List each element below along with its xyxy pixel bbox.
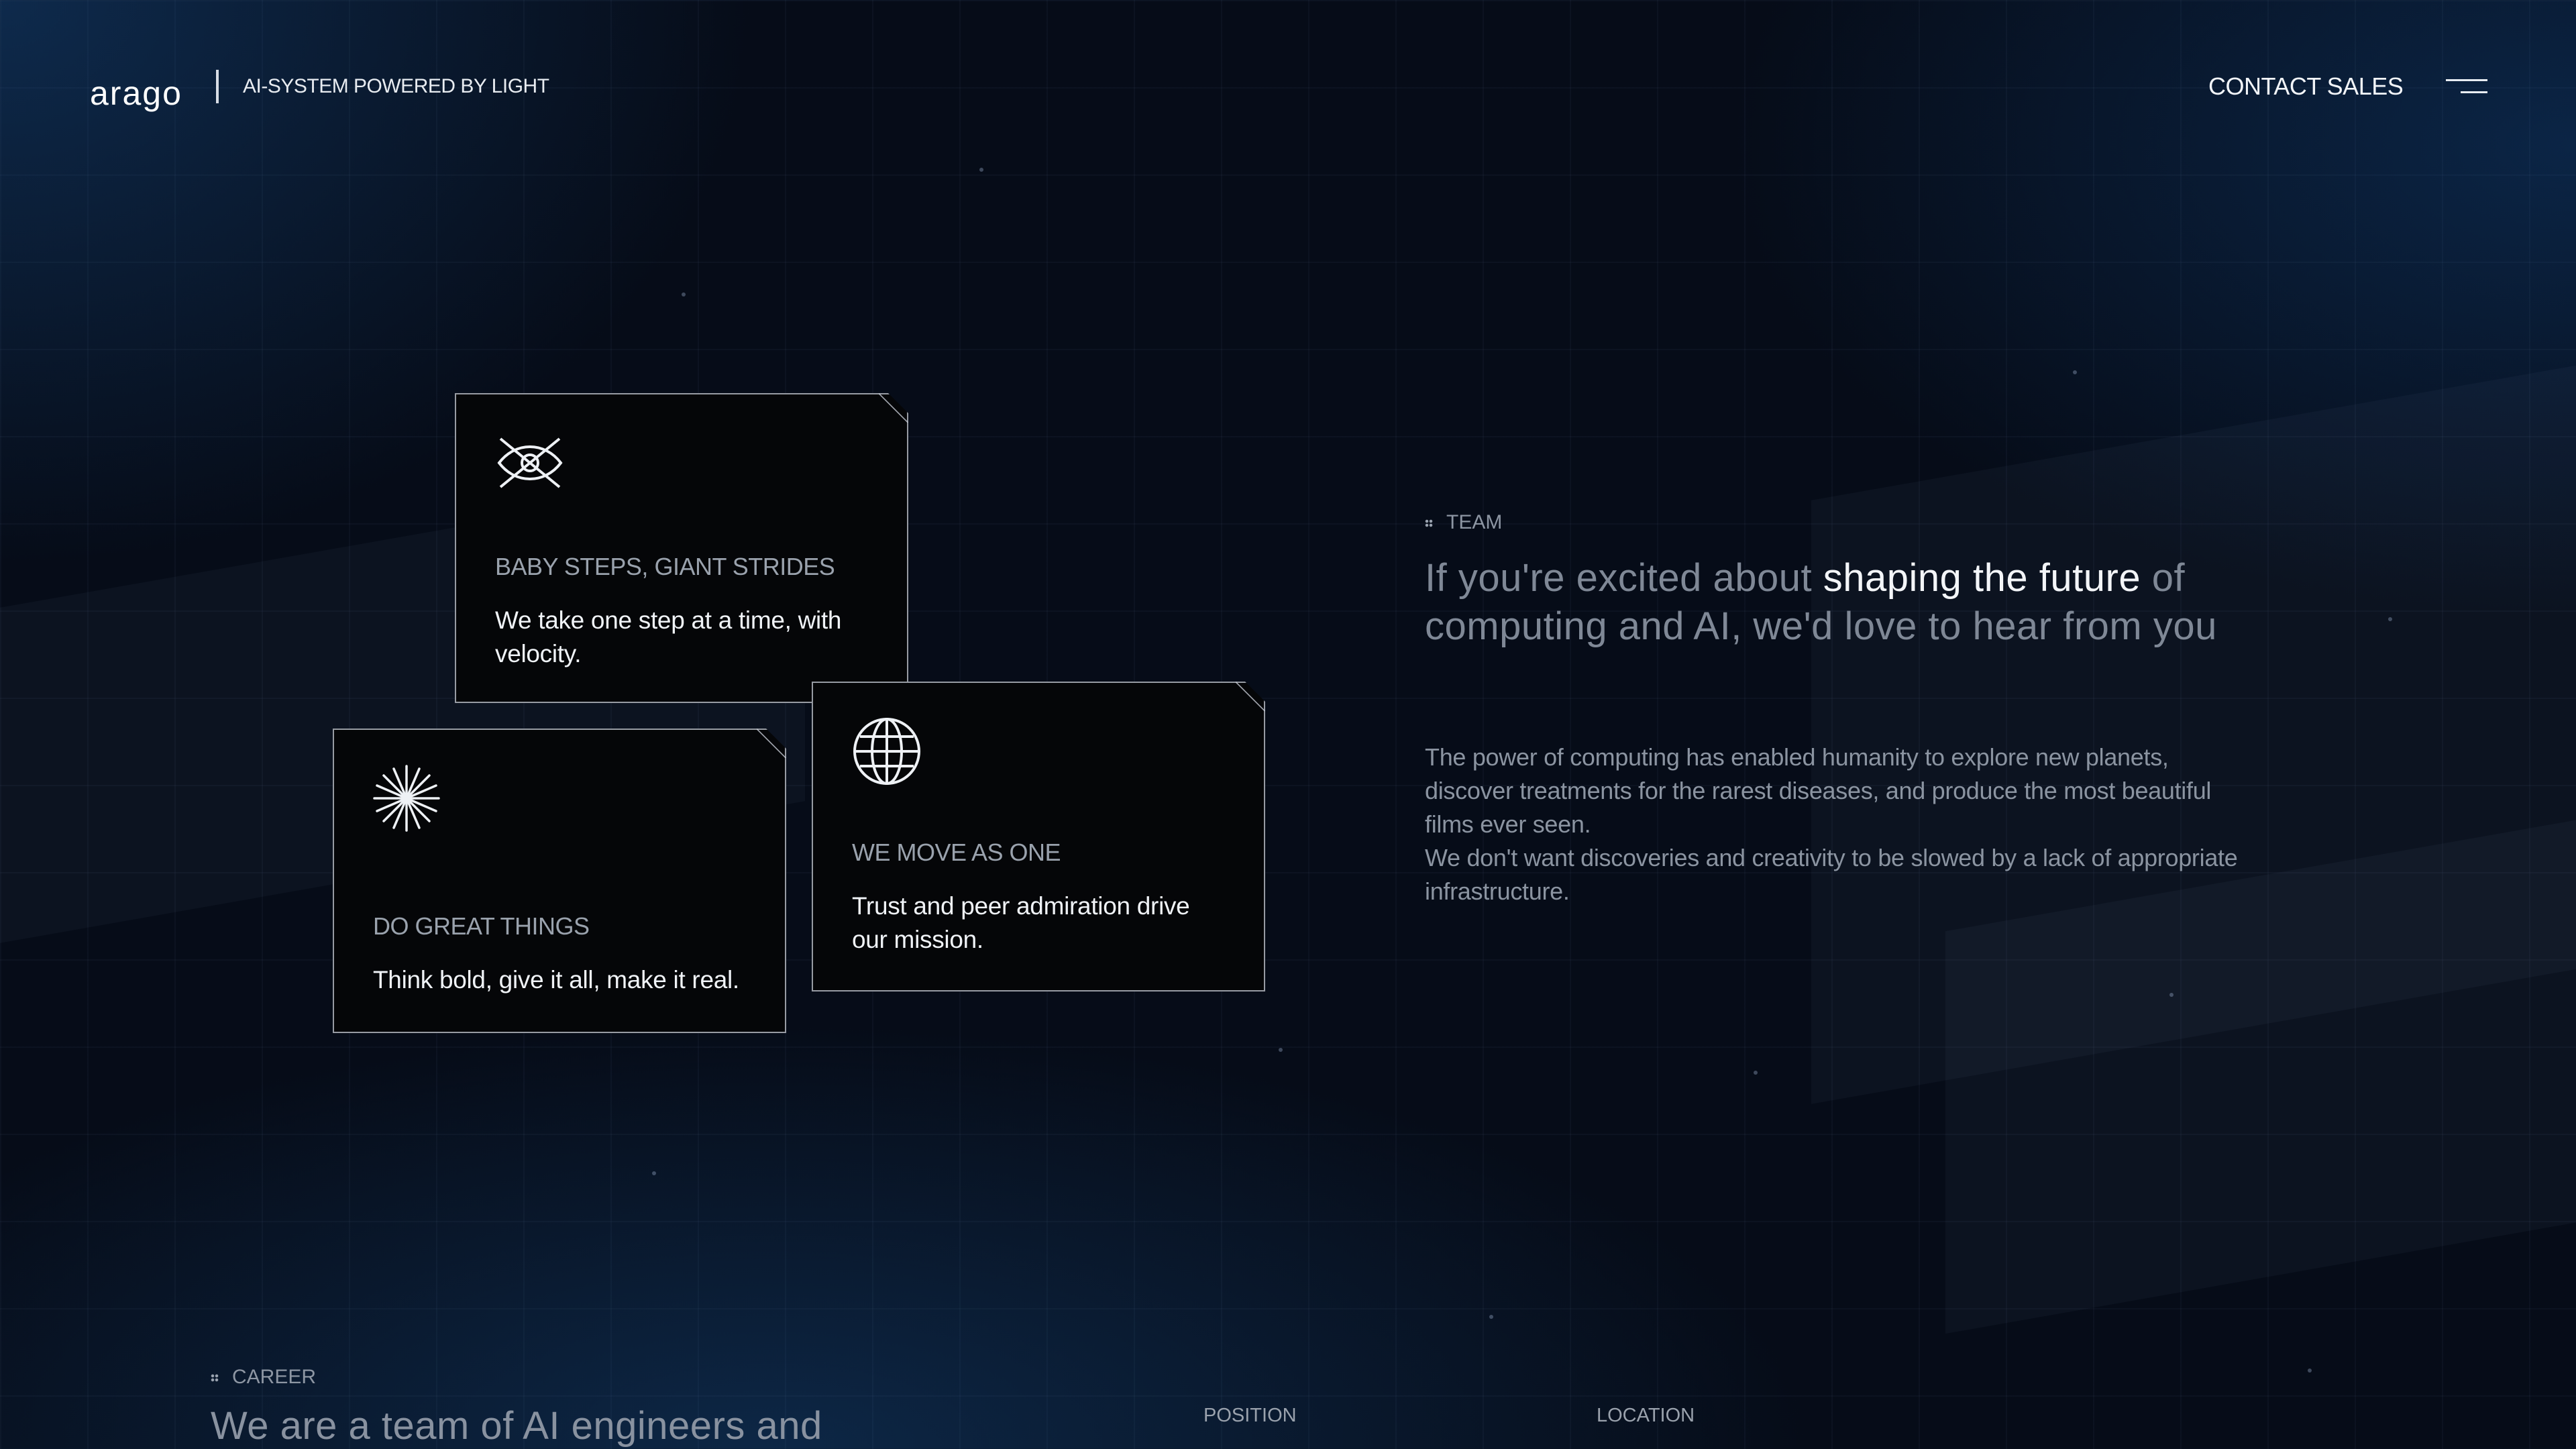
background-star (2388, 617, 2392, 621)
team-heading: If you're excited about shaping the futu… (1425, 554, 2250, 651)
contact-sales-link[interactable]: CONTACT SALES (2208, 72, 2404, 101)
value-card: DO GREAT THINGS Think bold, give it all,… (333, 729, 786, 1033)
value-card: BABY STEPS, GIANT STRIDES We take one st… (455, 393, 908, 703)
background-star (1489, 1315, 1493, 1319)
background-star (2169, 993, 2174, 997)
globe-icon (852, 716, 922, 786)
career-heading: We are a team of AI engineers and (211, 1404, 822, 1448)
card-body: Think bold, give it all, make it real. (373, 966, 739, 994)
career-label-text: CAREER (232, 1366, 317, 1388)
team-label-text: TEAM (1446, 511, 1503, 533)
position-column-header: POSITION (1203, 1405, 1297, 1426)
sparkle-icon (373, 765, 440, 832)
card-title: WE MOVE AS ONE (852, 839, 1061, 866)
logo-divider (216, 70, 219, 103)
background-star (2308, 1368, 2312, 1373)
team-paragraph: The power of computing has enabled human… (1425, 743, 2212, 838)
eye-icon (495, 436, 565, 490)
team-section-label: TEAM (1425, 511, 1502, 534)
team-description: The power of computing has enabled human… (1425, 741, 2257, 908)
brand-tagline: AI-SYSTEM POWERED BY LIGHT (243, 75, 549, 97)
background-star (1754, 1071, 1758, 1075)
card-body: Trust and peer admiration drive our miss… (852, 892, 1190, 953)
card-title: BABY STEPS, GIANT STRIDES (495, 553, 835, 580)
background-star (979, 168, 983, 172)
background-star (1279, 1048, 1283, 1052)
card-body: We take one step at a time, with velocit… (495, 606, 842, 667)
team-heading-highlight: shaping the future (1823, 556, 2141, 600)
hamburger-icon[interactable] (2446, 79, 2487, 97)
card-title: DO GREAT THINGS (373, 912, 590, 940)
background-star (682, 292, 686, 297)
background-star (652, 1171, 656, 1175)
location-column-header: LOCATION (1597, 1405, 1695, 1426)
team-heading-text: If you're excited about (1425, 556, 1823, 600)
career-section-label: CAREER (211, 1366, 316, 1389)
bullet-icon (211, 1374, 219, 1383)
team-paragraph: We don't want discoveries and creativity… (1425, 844, 2238, 905)
background-star (2073, 370, 2077, 374)
brand-logo[interactable]: arago (90, 74, 182, 113)
value-card: WE MOVE AS ONE Trust and peer admiration… (812, 682, 1265, 991)
bullet-icon (1425, 519, 1433, 528)
